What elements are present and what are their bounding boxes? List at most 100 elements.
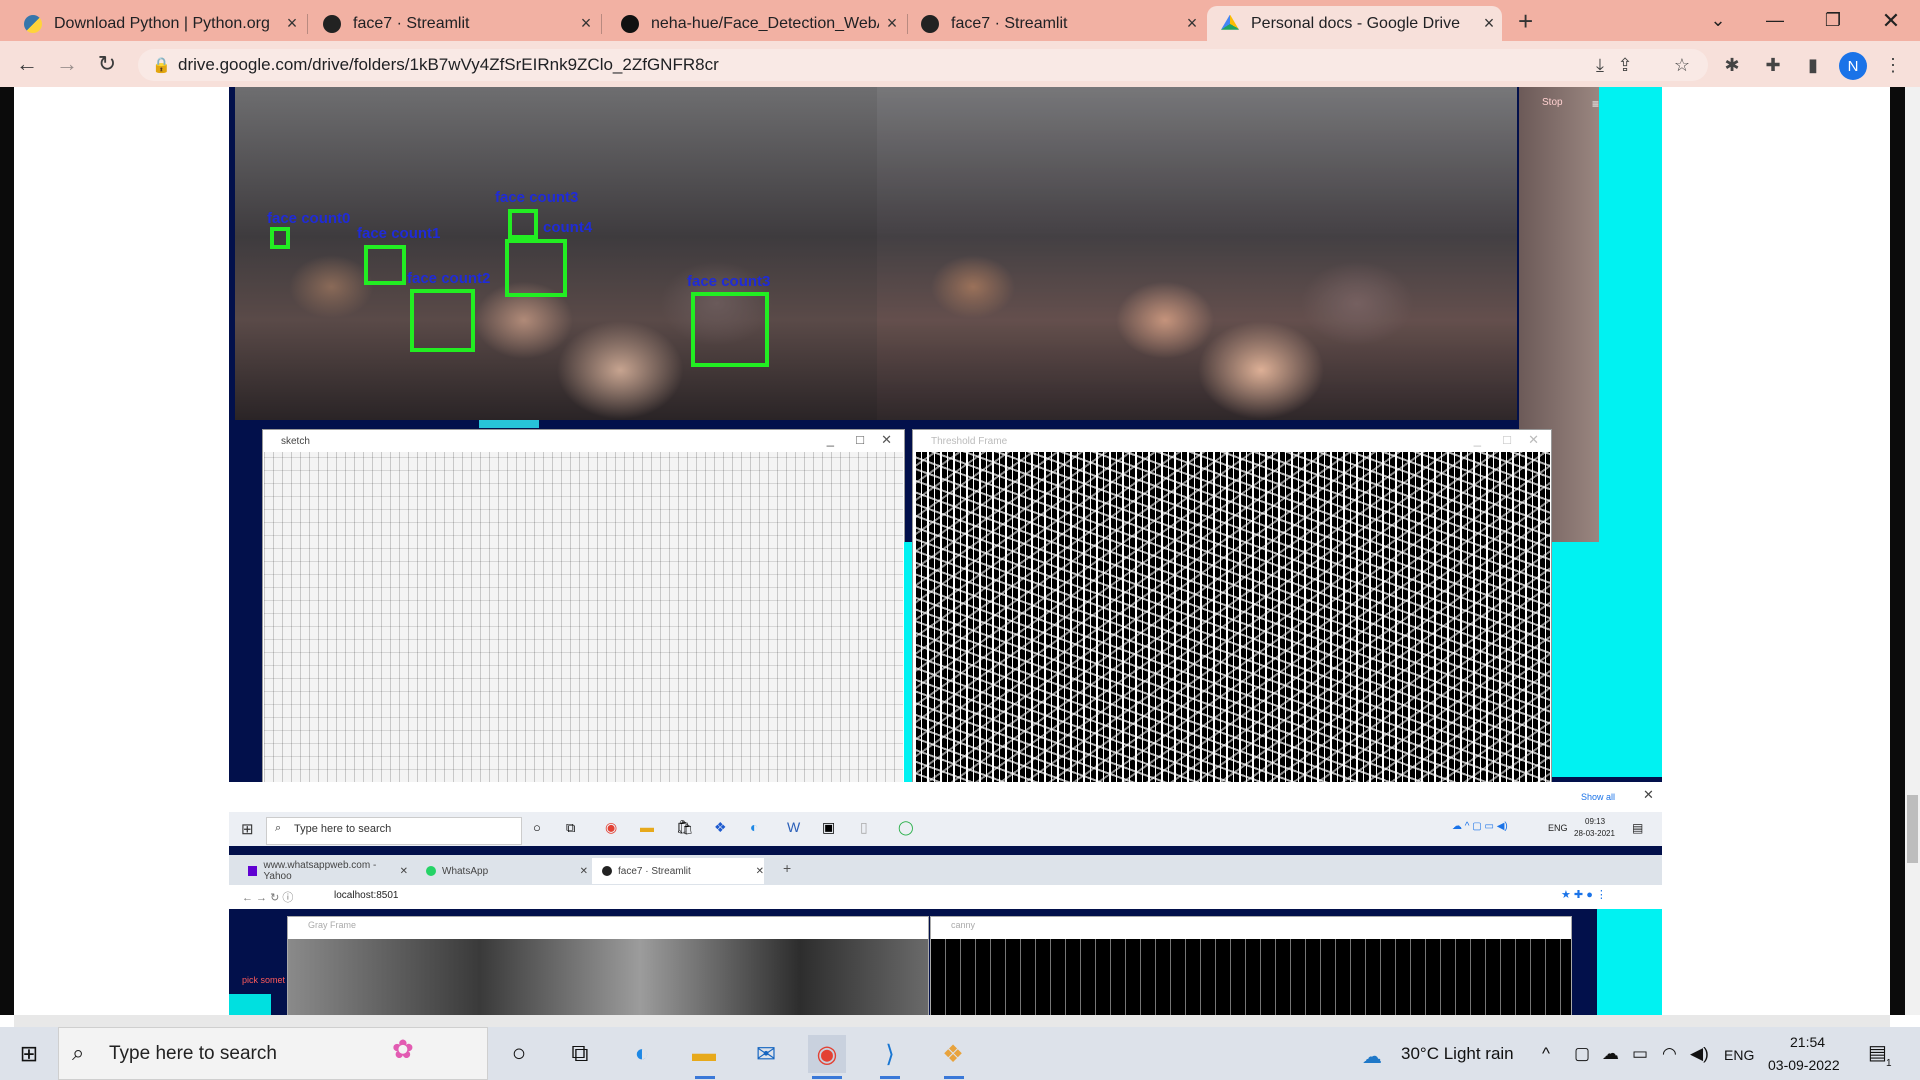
mail-icon[interactable]: ✉ — [747, 1035, 785, 1073]
scrollbar-thumb[interactable] — [1907, 795, 1918, 863]
tray-device-icon[interactable]: ▢ — [1574, 1044, 1590, 1064]
hamburger-icon[interactable]: ≡ — [1592, 97, 1599, 111]
inner-tray-icons: ☁ ^ ▢ ▭ ◀) — [1452, 821, 1508, 832]
window-title: Gray Frame — [308, 920, 357, 930]
chrome-icon[interactable]: ◉ — [808, 1035, 846, 1073]
side-panel-icon[interactable]: ▮ — [1800, 52, 1826, 78]
minimize-icon[interactable]: _ — [1474, 432, 1481, 447]
inner-url: localhost:8501 — [334, 890, 399, 901]
close-icon[interactable]: ✕ — [1643, 787, 1654, 803]
running-indicator — [880, 1076, 900, 1079]
whatsapp-icon — [426, 866, 436, 876]
close-icon[interactable]: × — [1179, 13, 1205, 34]
wifi-icon[interactable]: ◠ — [1662, 1044, 1677, 1064]
window-title: Threshold Frame — [913, 430, 1551, 452]
inner-new-tab-icon: + — [783, 860, 792, 876]
inner-notification-icon: ▤ — [1632, 821, 1644, 835]
notification-center-icon[interactable]: ▤ — [1868, 1040, 1887, 1065]
threshold-window[interactable]: Threshold Frame _ □ ✕ — [912, 429, 1552, 811]
close-icon: ✕ — [755, 865, 764, 877]
clock-date[interactable]: 03-09-2022 — [1768, 1057, 1840, 1073]
close-icon[interactable]: × — [879, 13, 905, 34]
file-explorer-icon[interactable]: ▬ — [685, 1035, 723, 1073]
close-icon[interactable]: × — [279, 13, 305, 34]
tab-title: face7 · Streamlit — [951, 14, 1068, 32]
close-icon[interactable]: × — [573, 13, 599, 34]
onedrive-cloud-icon[interactable]: ☁ — [1602, 1044, 1619, 1064]
minimize-icon[interactable]: _ — [827, 432, 834, 447]
close-icon: ✕ — [399, 865, 408, 877]
tab-title: face7 · Streamlit — [353, 14, 470, 32]
profile-avatar[interactable]: N — [1839, 52, 1867, 80]
volume-icon[interactable]: ◀) — [1690, 1044, 1709, 1064]
url-text[interactable]: drive.google.com/drive/folders/1kB7wVy4Z… — [178, 55, 719, 75]
tab-python[interactable]: Download Python | Python.org × — [10, 6, 305, 41]
inner-search-icon: ⌕ — [275, 822, 282, 834]
taskbar-search-placeholder[interactable]: Type here to search — [109, 1043, 277, 1065]
close-icon[interactable]: ✕ — [881, 432, 892, 448]
tab-github[interactable]: neha-hue/Face_Detection_WebApp × — [607, 6, 905, 41]
inner-tab: www.whatsappweb.com - Yahoo ✕ — [238, 858, 408, 884]
show-hidden-icons-chevron[interactable]: ^ — [1542, 1044, 1550, 1064]
inner-clock-time: 09:13 — [1585, 817, 1606, 826]
extensions-puzzle-icon[interactable]: ✚ — [1760, 52, 1786, 78]
extension-bug-icon[interactable]: ✱ — [1719, 52, 1745, 78]
canny-window: canny — [930, 916, 1572, 1017]
face-box — [508, 209, 538, 239]
weather-rain-icon[interactable]: ☁ — [1362, 1044, 1382, 1069]
tab-search-chevron-icon[interactable]: ⌄ — [1695, 0, 1741, 41]
maximize-icon[interactable]: □ — [856, 432, 864, 447]
tab-face7-1[interactable]: face7 · Streamlit × — [309, 6, 599, 41]
face-label: face count3 — [687, 273, 771, 290]
inner-word-icon: W — [787, 819, 801, 835]
back-arrow-icon[interactable]: ← — [12, 49, 42, 79]
sketch-window[interactable]: sketch _ □ ✕ — [262, 429, 905, 811]
tab-title: Download Python | Python.org — [54, 14, 270, 32]
language-indicator[interactable]: ENG — [1724, 1047, 1754, 1063]
share-page-icon[interactable]: ⇪ — [1612, 52, 1638, 78]
inner-dropbox-icon: ❖ — [714, 819, 727, 835]
canny-image — [931, 939, 1571, 1016]
minimize-icon[interactable]: — — [1752, 0, 1798, 41]
window-close-icon[interactable]: ✕ — [1868, 0, 1914, 41]
sketch-image — [264, 452, 903, 809]
start-windows-icon[interactable]: ⊞ — [10, 1035, 48, 1073]
running-indicator — [812, 1076, 842, 1079]
reload-icon[interactable]: ↻ — [92, 49, 122, 79]
cortana-icon[interactable]: ○ — [500, 1035, 538, 1073]
inner-terminal-icon: ▣ — [822, 819, 836, 835]
face-box — [410, 289, 475, 352]
streamlit-crown-icon — [323, 14, 341, 33]
new-tab-button[interactable]: + — [1518, 6, 1533, 37]
edge-icon[interactable]: ◐ — [623, 1035, 661, 1073]
battery-icon[interactable]: ▭ — [1632, 1044, 1648, 1064]
notification-count: 1 — [1886, 1058, 1892, 1069]
clock-time[interactable]: 21:54 — [1790, 1034, 1825, 1050]
vscode-icon[interactable]: ⟩ — [871, 1035, 909, 1073]
bookmark-star-icon[interactable]: ☆ — [1669, 52, 1695, 78]
streamlit-crown-icon — [921, 14, 939, 33]
inner-file-icon: ▯ — [860, 819, 868, 835]
tab-google-drive[interactable]: Personal docs - Google Drive × — [1207, 6, 1502, 41]
tab-face7-2[interactable]: face7 · Streamlit × — [907, 6, 1205, 41]
app-diamond-icon[interactable]: ❖ — [934, 1035, 972, 1073]
python-icon — [24, 14, 42, 33]
inner-sidebar-text: pick somet — [242, 975, 286, 985]
tab-title: neha-hue/Face_Detection_WebApp — [651, 14, 879, 32]
maximize-icon[interactable]: □ — [1503, 432, 1511, 447]
vertical-scrollbar[interactable] — [1905, 87, 1920, 1015]
gray-frame-window: Gray Frame — [287, 916, 929, 1017]
inner-address-bar — [229, 885, 1662, 910]
menu-kebab-icon[interactable]: ⋮ — [1880, 52, 1906, 78]
show-all-button[interactable]: Show all — [1581, 792, 1615, 802]
close-icon[interactable]: × — [1476, 13, 1502, 34]
close-icon[interactable]: ✕ — [1528, 432, 1539, 448]
weather-text[interactable]: 30°C Light rain — [1401, 1044, 1514, 1064]
face-label: face count2 — [407, 270, 491, 287]
task-view-icon[interactable]: ⧉ — [561, 1035, 599, 1073]
window-title: canny — [951, 920, 976, 930]
stop-label[interactable]: Stop — [1542, 97, 1563, 108]
forward-arrow-icon[interactable]: → — [52, 49, 82, 79]
restore-icon[interactable]: ❐ — [1810, 0, 1856, 41]
horizontal-scrollbar[interactable] — [14, 1015, 1890, 1027]
